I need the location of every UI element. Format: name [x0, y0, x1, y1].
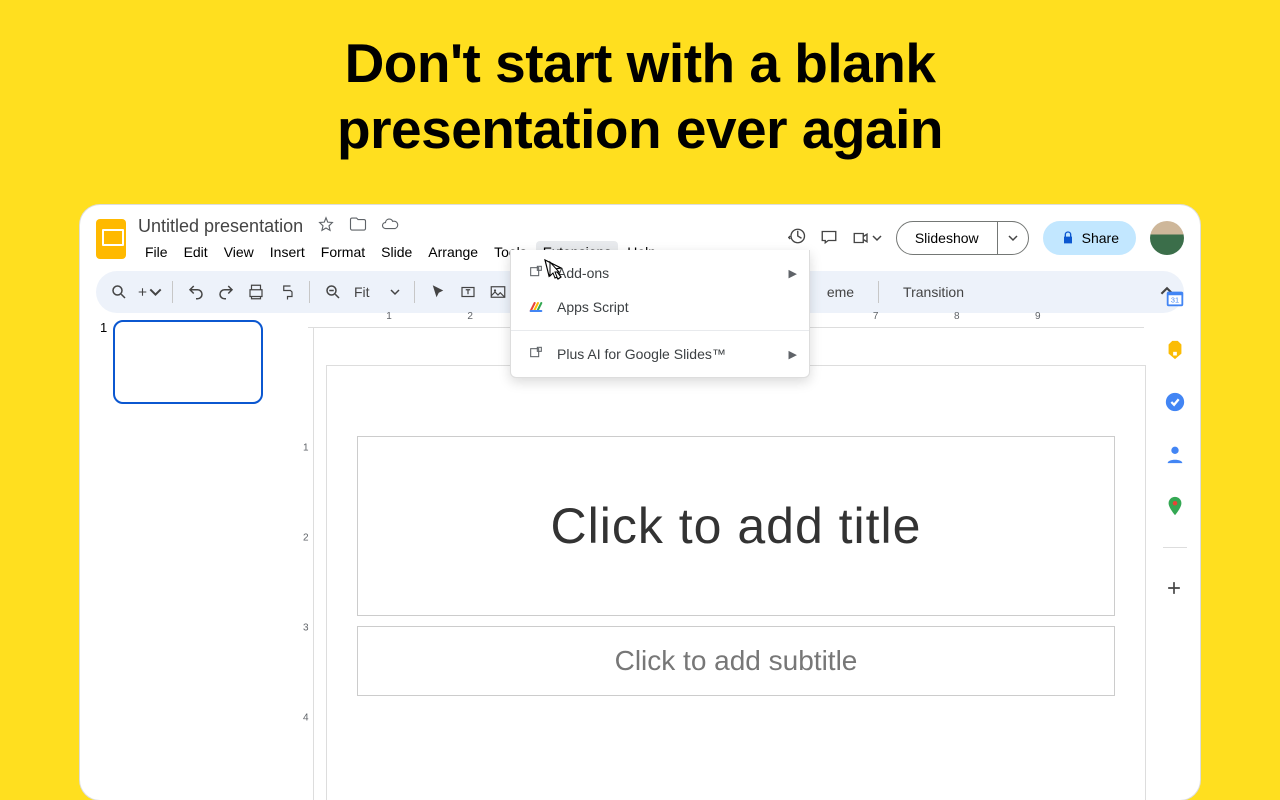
textbox-tool[interactable]: [455, 279, 481, 305]
maps-icon[interactable]: [1164, 495, 1186, 517]
vertical-ruler: 1 2 3 4 5: [296, 328, 314, 800]
transition-button[interactable]: Transition: [903, 284, 964, 300]
hero-line-1: Don't start with a blank: [345, 32, 936, 94]
meet-icon[interactable]: [852, 229, 882, 247]
history-icon[interactable]: [788, 227, 806, 250]
calendar-icon[interactable]: 31: [1164, 287, 1186, 309]
hero-headline: Don't start with a blank presentation ev…: [0, 0, 1280, 162]
side-panel: 31: [1150, 277, 1200, 800]
image-tool[interactable]: [485, 279, 511, 305]
dropdown-addons-label: Add-ons: [557, 265, 609, 281]
new-slide-button[interactable]: [136, 279, 162, 305]
menu-arrange[interactable]: Arrange: [421, 241, 485, 263]
theme-label-partial[interactable]: eme: [827, 284, 854, 300]
zoom-icon[interactable]: [320, 279, 346, 305]
redo-button[interactable]: [213, 279, 239, 305]
get-addons-icon[interactable]: [1164, 578, 1186, 600]
paint-format-button[interactable]: [273, 279, 299, 305]
keep-icon[interactable]: [1164, 339, 1186, 361]
star-icon[interactable]: [317, 215, 335, 238]
move-icon[interactable]: [349, 215, 367, 238]
contacts-icon[interactable]: [1164, 443, 1186, 465]
workspace: 1 1 2 3 4 5 6 7 8 9 1 2 3 4 5: [96, 310, 1144, 800]
menu-format[interactable]: Format: [314, 241, 372, 263]
svg-text:31: 31: [1171, 296, 1179, 305]
dropdown-item-plus-ai[interactable]: Plus AI for Google Slides™ ▶: [511, 337, 809, 371]
addon-icon: [527, 264, 545, 282]
menu-file[interactable]: File: [138, 241, 175, 263]
chevron-right-icon: ▶: [789, 348, 797, 361]
title-placeholder[interactable]: Click to add title: [357, 436, 1115, 616]
slide-thumbnails-panel: 1: [96, 310, 296, 800]
print-button[interactable]: [243, 279, 269, 305]
chevron-right-icon: ▶: [789, 267, 797, 280]
share-button[interactable]: Share: [1043, 221, 1136, 255]
canvas-area: 1 2 3 4 5 6 7 8 9 1 2 3 4 5 Click to add…: [296, 310, 1144, 800]
zoom-select[interactable]: Fit: [350, 284, 404, 300]
slides-app-window: Untitled presentation File Edit View Ins…: [80, 205, 1200, 800]
subtitle-placeholder[interactable]: Click to add subtitle: [357, 626, 1115, 696]
menu-slide[interactable]: Slide: [374, 241, 419, 263]
comments-icon[interactable]: [820, 227, 838, 250]
tasks-icon[interactable]: [1164, 391, 1186, 413]
dropdown-item-addons[interactable]: Add-ons ▶: [511, 256, 809, 290]
extensions-dropdown: Add-ons ▶ Apps Script Plus AI for Google…: [510, 250, 810, 378]
hero-line-2: presentation ever again: [337, 98, 943, 160]
dropdown-separator: [511, 330, 809, 331]
select-tool[interactable]: [425, 279, 451, 305]
top-right-actions: Slideshow Share: [788, 221, 1184, 255]
share-label: Share: [1082, 230, 1119, 246]
slide-thumbnail-1[interactable]: [113, 320, 263, 404]
side-panel-separator: [1163, 547, 1187, 548]
apps-script-icon: [527, 298, 545, 316]
slideshow-button[interactable]: Slideshow: [896, 221, 998, 255]
menu-insert[interactable]: Insert: [263, 241, 312, 263]
slide-thumbnail-number: 1: [100, 320, 107, 335]
google-slides-logo-icon[interactable]: [96, 219, 126, 259]
plus-ai-icon: [527, 345, 545, 363]
cloud-status-icon[interactable]: [381, 215, 399, 238]
lock-icon: [1060, 230, 1076, 246]
search-icon[interactable]: [106, 279, 132, 305]
dropdown-item-apps-script[interactable]: Apps Script: [511, 290, 809, 324]
zoom-label: Fit: [354, 284, 370, 300]
document-title[interactable]: Untitled presentation: [138, 216, 303, 237]
undo-button[interactable]: [183, 279, 209, 305]
dropdown-plus-ai-label: Plus AI for Google Slides™: [557, 346, 726, 362]
menu-edit[interactable]: Edit: [177, 241, 215, 263]
slide-canvas[interactable]: Click to add title Click to add subtitle: [326, 365, 1146, 800]
slideshow-dropdown-button[interactable]: [997, 221, 1029, 255]
dropdown-apps-script-label: Apps Script: [557, 299, 629, 315]
menu-view[interactable]: View: [217, 241, 261, 263]
account-avatar[interactable]: [1150, 221, 1184, 255]
